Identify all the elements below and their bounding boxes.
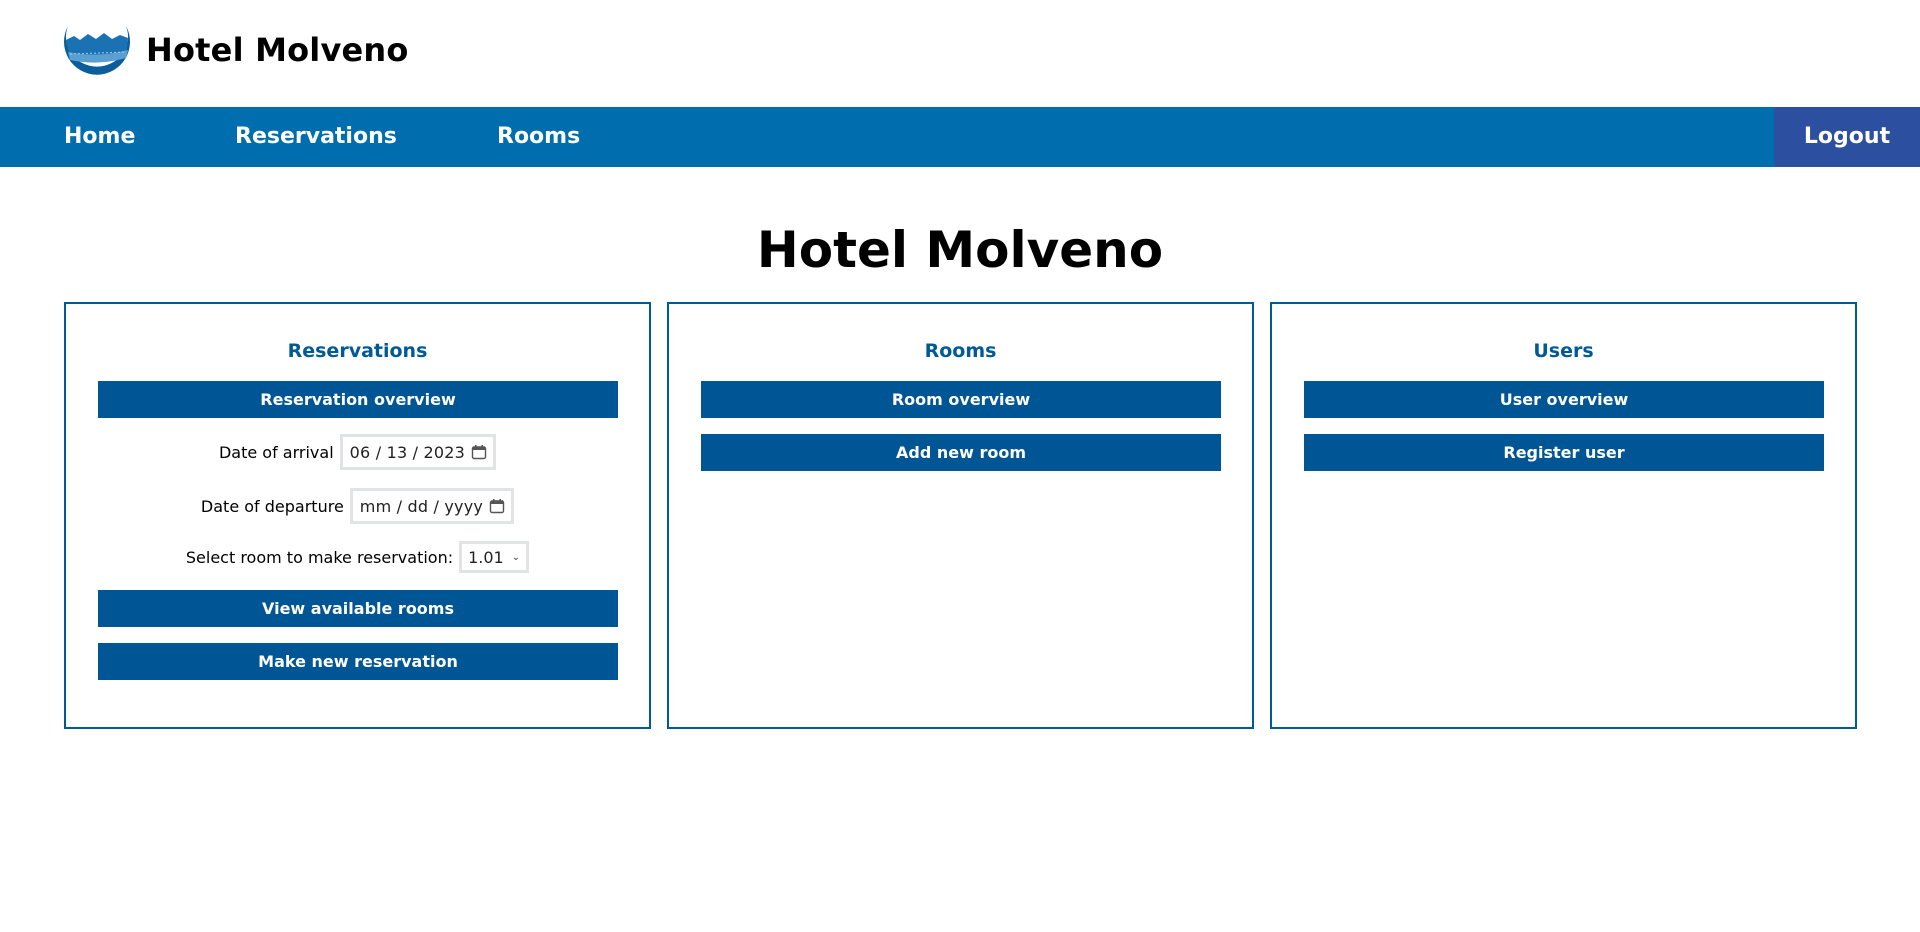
departure-date-placeholder: mm / dd / yyyy: [359, 496, 484, 516]
arrival-date-input[interactable]: 06 / 13 / 2023: [339, 434, 497, 470]
rooms-panel: Rooms Room overview Add new room: [667, 302, 1254, 729]
calendar-icon[interactable]: [471, 444, 487, 460]
reservations-panel: Reservations Reservation overview Date o…: [64, 302, 651, 729]
nav-home[interactable]: Home: [64, 107, 135, 167]
rooms-heading: Rooms: [924, 340, 997, 362]
arrival-date-value: 06 / 13 / 2023: [349, 442, 466, 462]
room-overview-button[interactable]: Room overview: [701, 381, 1221, 418]
room-select-row: Select room to make reservation: 1.01 ⌄: [66, 541, 649, 573]
departure-label: Date of departure: [200, 496, 344, 516]
add-new-room-button[interactable]: Add new room: [701, 434, 1221, 471]
top-header: Hotel Molveno: [0, 0, 1920, 107]
user-overview-button[interactable]: User overview: [1304, 381, 1824, 418]
make-new-reservation-button[interactable]: Make new reservation: [98, 643, 618, 680]
calendar-icon[interactable]: [489, 498, 505, 514]
logout-button[interactable]: Logout: [1774, 107, 1920, 167]
users-heading: Users: [1533, 340, 1594, 362]
brand-name: Hotel Molveno: [146, 31, 409, 69]
chevron-down-icon: ⌄: [511, 551, 521, 563]
users-panel: Users User overview Register user: [1270, 302, 1857, 729]
register-user-button[interactable]: Register user: [1304, 434, 1824, 471]
brand[interactable]: Hotel Molveno: [58, 14, 409, 86]
hotel-lake-logo-icon: [64, 26, 130, 75]
nav-reservations[interactable]: Reservations: [235, 107, 397, 167]
departure-row: Date of departure mm / dd / yyyy: [66, 488, 649, 524]
reservation-overview-button[interactable]: Reservation overview: [98, 381, 618, 418]
arrival-row: Date of arrival 06 / 13 / 2023: [66, 434, 649, 470]
nav-rooms[interactable]: Rooms: [497, 107, 580, 167]
room-select-value: 1.01: [468, 547, 504, 567]
reservations-heading: Reservations: [287, 340, 428, 362]
room-select[interactable]: 1.01 ⌄: [459, 541, 530, 573]
arrival-label: Date of arrival: [218, 442, 334, 462]
view-available-rooms-button[interactable]: View available rooms: [98, 590, 618, 627]
main-navbar: Home Reservations Rooms Logout: [0, 107, 1920, 167]
page-title: Hotel Molveno: [756, 221, 1164, 279]
departure-date-input[interactable]: mm / dd / yyyy: [349, 488, 515, 524]
room-select-label: Select room to make reservation:: [185, 547, 454, 567]
